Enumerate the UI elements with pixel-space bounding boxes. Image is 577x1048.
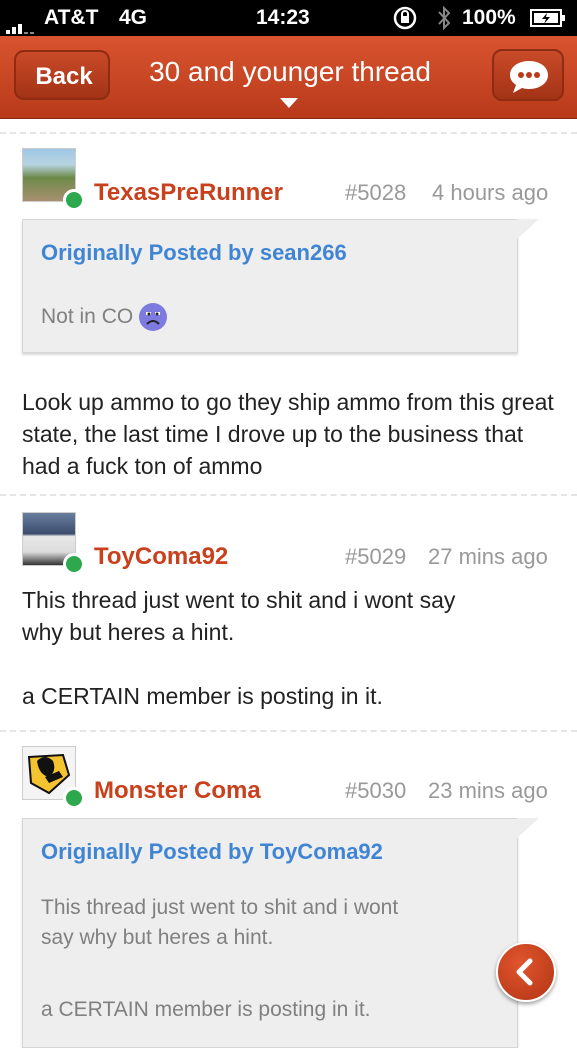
online-indicator-icon [63,189,85,211]
back-button[interactable]: Back [14,50,110,100]
post-number[interactable]: #5029 [345,544,406,570]
carrier-label: AT&T [44,6,99,29]
floating-back-button[interactable] [496,942,556,1002]
username[interactable]: ToyComa92 [94,543,228,571]
quote-block: Originally Posted by sean266 Not in CO [22,219,539,353]
rotation-lock-icon [392,5,418,37]
username[interactable]: Monster Coma [94,777,261,805]
quote-text: Not in CO [41,302,168,332]
post-number[interactable]: #5030 [345,778,406,804]
back-arrow-icon [516,958,533,986]
online-indicator-icon [63,553,85,575]
post-5030: Monster Coma #5030 23 mins ago Originall… [0,746,577,1048]
post-time: 4 hours ago [432,180,549,205]
post-time: 23 mins ago [428,778,548,803]
signal-strength-icon [6,10,36,34]
post-number[interactable]: #5028 [345,180,406,206]
reply-button[interactable] [492,49,564,101]
thread-title[interactable]: 30 and younger thread [125,56,455,88]
post-body: Look up ammo to go they ship ammo from t… [22,389,554,479]
bluetooth-icon [436,4,452,38]
post-body: This thread just went to shit and i wont… [22,587,456,709]
post-separator [0,132,577,134]
username[interactable]: TexasPreRunner [94,179,283,207]
sad-emoji-icon [139,303,168,332]
chat-bubble-icon [510,61,548,93]
clock: 14:23 [256,6,310,29]
network-label: 4G [119,6,148,29]
post-5028: TexasPreRunner #5028 4 hours ago Origina… [0,148,577,488]
battery-percent: 100% [462,6,516,29]
post-separator [0,730,577,732]
post-time: 27 mins ago [428,544,548,569]
status-bar: AT&T 4G 14:23 100% [0,0,577,36]
title-dropdown-caret-icon[interactable] [280,98,298,108]
online-indicator-icon [63,787,85,809]
quote-text: This thread just went to shit and i wont… [41,896,399,1021]
back-button-label: Back [35,63,93,90]
quote-block: Originally Posted by ToyComa92 This thre… [22,818,539,1048]
battery-icon [530,9,566,33]
navigation-bar: Back 30 and younger thread [0,36,577,119]
post-separator [0,494,577,496]
post-5029: ToyComa92 #5029 27 mins ago This thread … [0,512,577,722]
quote-author[interactable]: Originally Posted by sean266 [41,240,347,266]
quote-author[interactable]: Originally Posted by ToyComa92 [41,839,383,865]
